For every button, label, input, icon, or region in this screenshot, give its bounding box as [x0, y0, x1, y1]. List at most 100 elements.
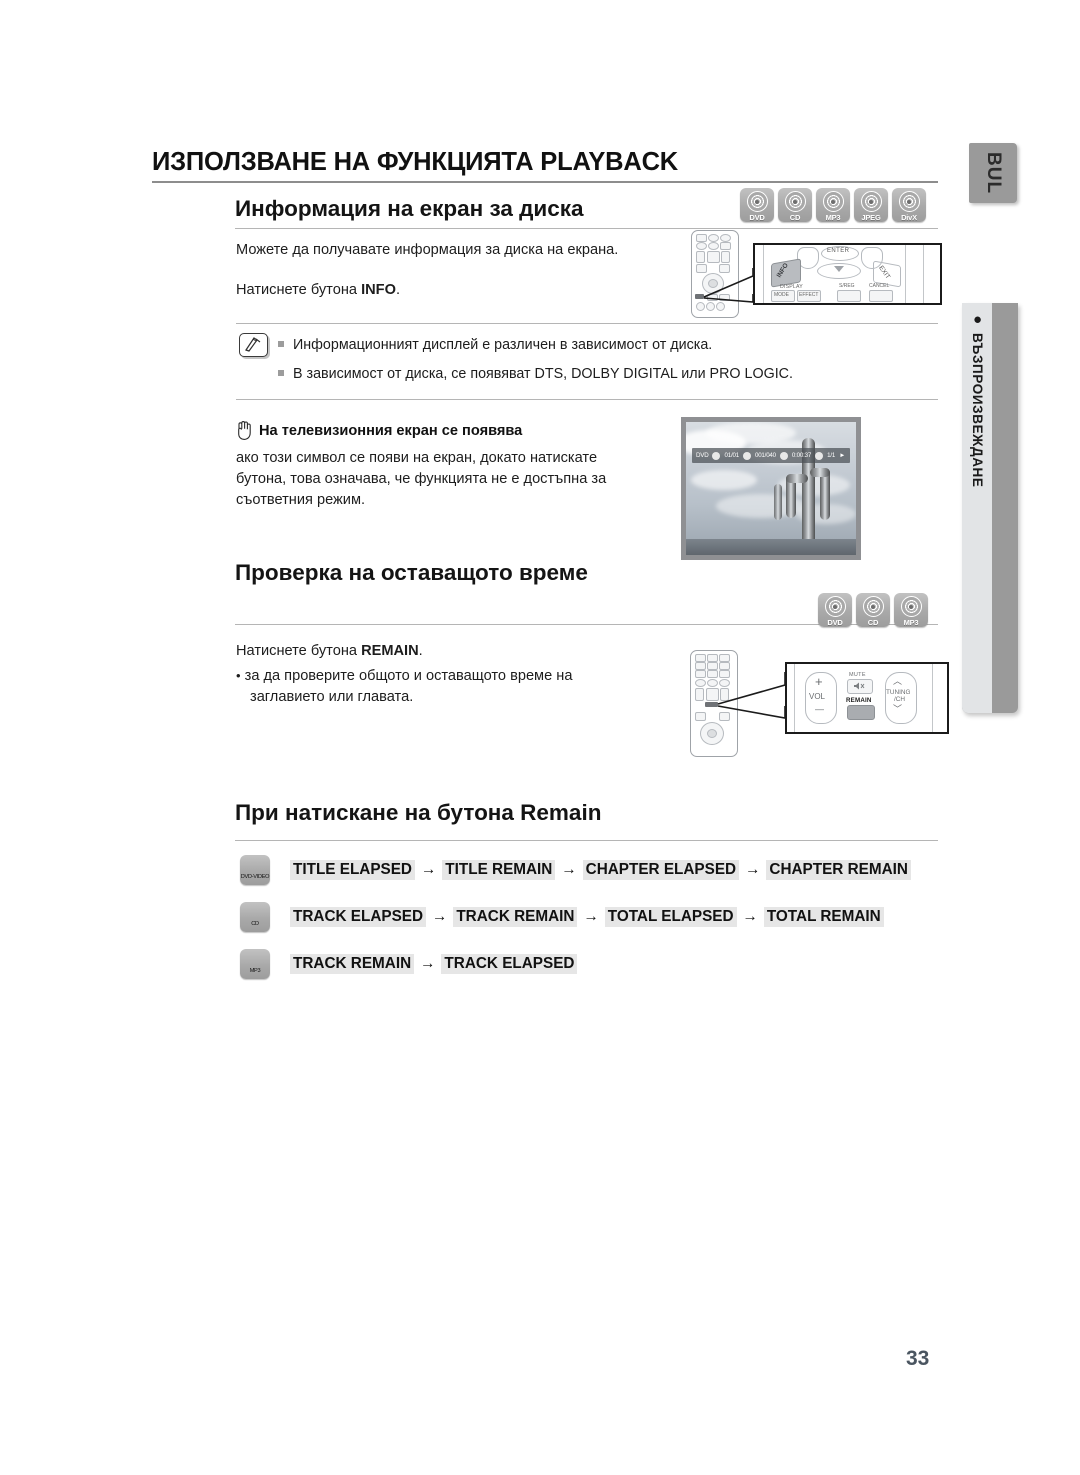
section2-paragraph-1: Натиснете бутона REMAIN.	[236, 641, 636, 662]
disc-icon-dvd-video: DVD-VIDEO	[240, 855, 270, 885]
disc-icon-cd: CD	[778, 188, 812, 222]
mode-key-label: MODE	[774, 292, 789, 298]
osd-play-glyph: ►	[839, 452, 846, 459]
osd-chapter-icon	[742, 451, 751, 460]
disc-icon-label: DivX	[901, 213, 917, 222]
osd-chapter-value: 001/040	[754, 452, 776, 459]
tv-osd-bar: DVD 01/01 001/040 0:00:37 1/1 ►	[692, 448, 850, 463]
disc-icon-jpeg: JPEG	[854, 188, 888, 222]
section1-paragraph-1: Можете да получавате информация за диска…	[236, 242, 619, 258]
chapter-title-vertical: ВЪЗПРОИЗВЕЖДАНЕ	[970, 332, 985, 488]
osd-time-value: 0:00:37	[791, 452, 812, 459]
note-bullet	[278, 370, 284, 376]
disc-glyph	[247, 905, 263, 921]
flow-step: TOTAL REMAIN	[763, 907, 884, 927]
tv-screen-content: DVD 01/01 001/040 0:00:37 1/1 ►	[686, 422, 856, 555]
hand-stop-icon	[235, 420, 254, 446]
disc-icon-label: DVD	[749, 213, 765, 222]
remote-callout-info: ENTER INFO EXIT DISPLAY MODE EFFECT S/RE…	[685, 228, 943, 318]
disc-icon-cd: CD	[240, 902, 270, 932]
warning-heading: На телевизионния екран се появява	[259, 423, 523, 439]
flow-step: TRACK ELAPSED	[290, 907, 427, 927]
disc-glyph	[247, 952, 263, 968]
flow-step: TITLE REMAIN	[442, 860, 556, 880]
remain-flow-row-mp3: MP3 TRACK REMAIN → TRACK ELAPSED	[240, 949, 578, 979]
press-remain-prefix: Натиснете бутона	[236, 643, 362, 659]
disc-icon-label: MP3	[825, 213, 841, 222]
disc-glyph	[247, 858, 263, 874]
osd-clock-icon	[779, 451, 788, 460]
section-heading-disc-info: Информация на екран за диска	[235, 196, 584, 221]
tuning-down-glyph: ﹀	[893, 704, 903, 714]
language-tab-label: BUL	[983, 151, 1004, 195]
disc-icon-divx: DivX	[892, 188, 926, 222]
flow-arrow: →	[561, 861, 577, 878]
remain-key-highlight	[847, 705, 875, 720]
remote-callout-remain: + VOL — MUTE REMAIN ︿ TUNING /CH ﹀	[685, 640, 949, 760]
tuning-label: TUNING	[886, 689, 911, 696]
osd-title-value: 01/01	[724, 452, 739, 459]
osd-audio-value: 1/1	[827, 452, 836, 459]
disc-glyph	[860, 191, 882, 212]
vol-plus: +	[815, 674, 823, 689]
remain-flow-row-dvd: DVD-VIDEO TITLE ELAPSED → TITLE REMAIN →…	[240, 855, 911, 885]
note-bottom-rule	[236, 399, 938, 400]
press-remain-suffix: .	[418, 643, 423, 659]
disc-format-icons-section1: DVD CD MP3 JPEG DivX	[740, 188, 926, 222]
title-rule	[152, 181, 938, 183]
language-tab: BUL	[969, 143, 1017, 203]
disc-icon-dvd: DVD	[740, 188, 774, 222]
flow-arrow: →	[742, 908, 758, 925]
osd-audio-icon	[815, 451, 824, 460]
remain-flow-cd-steps: TRACK ELAPSED → TRACK REMAIN → TOTAL ELA…	[290, 907, 884, 927]
note-pen-glyph	[245, 337, 261, 352]
flow-arrow: →	[745, 861, 761, 878]
flow-step: CHAPTER REMAIN	[766, 860, 911, 880]
note-bullet	[278, 341, 284, 347]
callout-zoom-box: ENTER INFO EXIT DISPLAY MODE EFFECT S/RE…	[753, 243, 942, 305]
flow-arrow: →	[432, 908, 448, 925]
remain-flow-dvd-steps: TITLE ELAPSED → TITLE REMAIN → CHAPTER E…	[290, 860, 911, 880]
tv-screen-illustration: DVD 01/01 001/040 0:00:37 1/1 ►	[681, 417, 861, 560]
section-heading-remain-press: При натискане на бутона Remain	[235, 800, 602, 825]
remain-flow-row-cd: CD TRACK ELAPSED → TRACK REMAIN → TOTAL …	[240, 902, 884, 932]
flow-arrow: →	[420, 955, 436, 972]
mute-icon	[854, 682, 865, 690]
vol-minus: —	[815, 704, 824, 714]
disc-icon-label: CD	[867, 618, 879, 627]
disc-icon-label: DVD-VIDEO	[240, 874, 270, 880]
hand-stop-glyph	[238, 421, 251, 440]
flow-step: TRACK REMAIN	[290, 954, 415, 974]
note-item-2: В зависимост от диска, се появяват DTS, …	[278, 366, 793, 382]
enter-label: ENTER	[827, 248, 850, 254]
disc-icon-label: MP3	[249, 968, 261, 974]
section-heading-remaining-time: Проверка на оставащото време	[235, 560, 588, 585]
disc-icon-label: DVD	[827, 618, 843, 627]
cancel-key-label: CANCEL	[869, 283, 890, 289]
flow-step: TRACK REMAIN	[453, 907, 578, 927]
note-pen-icon	[239, 333, 268, 357]
section3-rule	[235, 840, 938, 841]
disc-glyph	[822, 191, 844, 212]
press-button-suffix: .	[395, 282, 400, 298]
flow-step: TITLE ELAPSED	[290, 860, 415, 880]
chapter-bullet: ●	[969, 311, 986, 329]
tuning-up-glyph: ︿	[893, 676, 903, 686]
vol-label: VOL	[809, 692, 826, 701]
info-button-name: INFO	[361, 282, 396, 298]
flow-step: TOTAL ELAPSED	[604, 907, 737, 927]
callout-zoom-box-remain: + VOL — MUTE REMAIN ︿ TUNING /CH ﹀	[785, 662, 949, 734]
remain-button-name: REMAIN	[361, 643, 419, 659]
flow-step: CHAPTER ELAPSED	[582, 860, 740, 880]
disc-icon-mp3: MP3	[816, 188, 850, 222]
osd-title-icon	[712, 451, 721, 460]
effect-key-label: EFFECT	[799, 292, 819, 298]
remain-key-label: REMAIN	[846, 697, 872, 704]
section2-bullet-text: за да проверите общото и оставащото врем…	[244, 668, 573, 705]
remain-flow-mp3-steps: TRACK REMAIN → TRACK ELAPSED	[290, 954, 578, 974]
chapter-side-tab-label: ● ВЪЗПРОИЗВЕЖДАНЕ	[962, 311, 992, 711]
disc-icon-cd: CD	[856, 593, 890, 627]
page-number: 33	[906, 1347, 930, 1370]
disc-icon-label: CD	[251, 921, 259, 927]
disc-icon-label: CD	[789, 213, 801, 222]
